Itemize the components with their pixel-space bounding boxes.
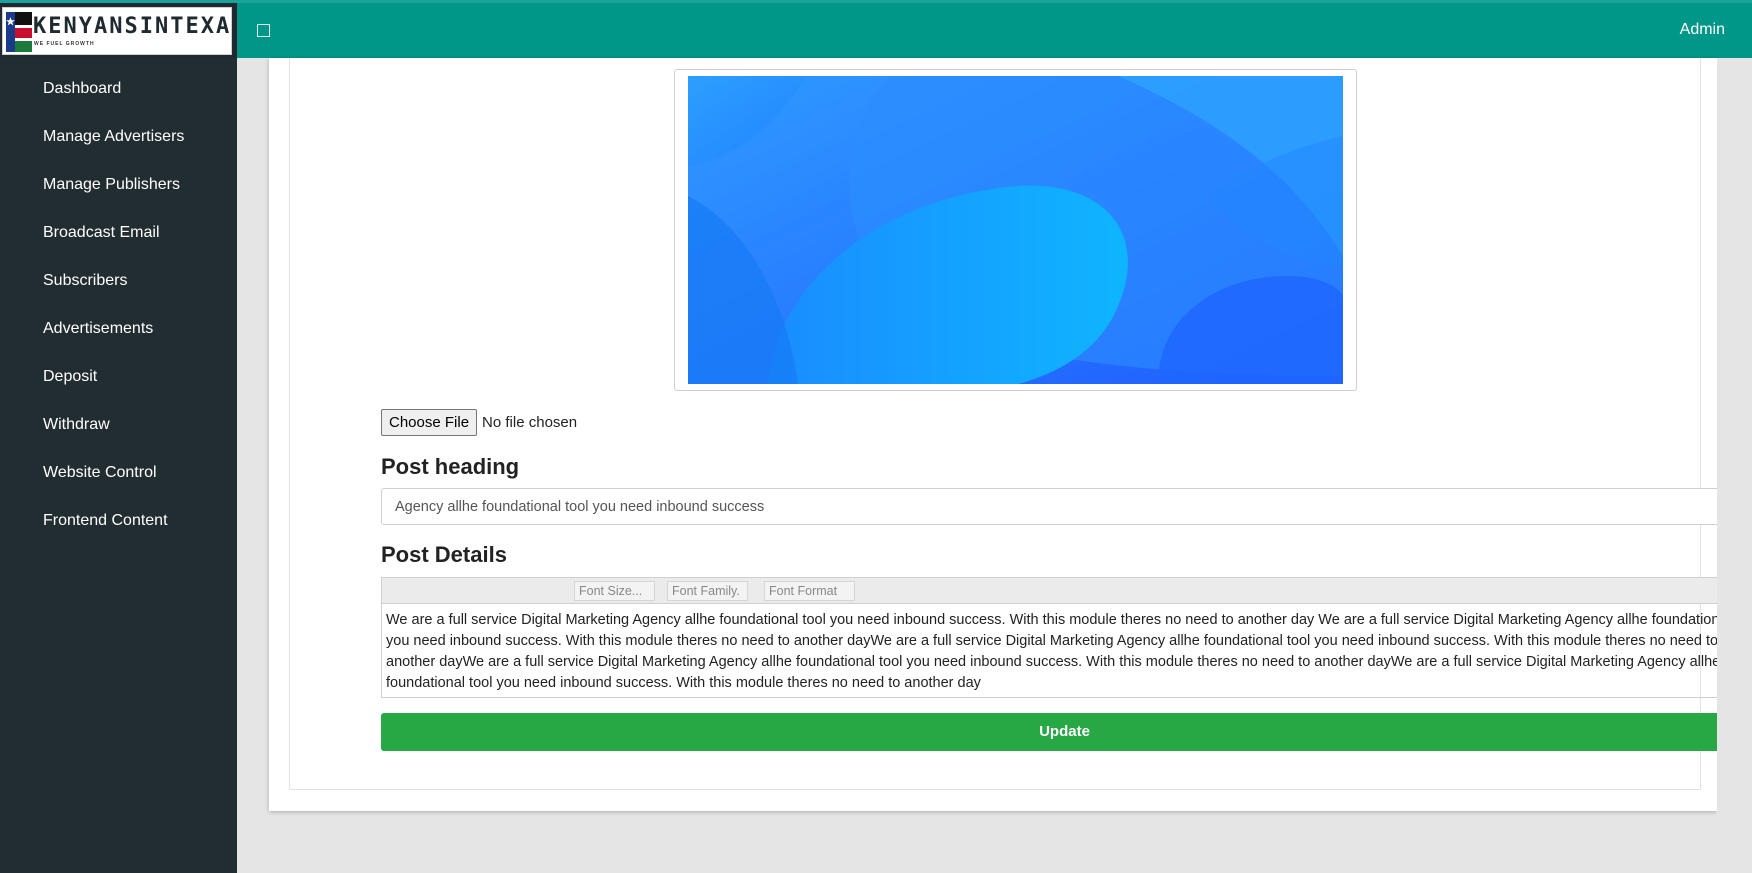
sidebar-item-website-control[interactable]: Website Control — [0, 461, 237, 509]
sidebar-item-manage-publishers[interactable]: Manage Publishers — [0, 173, 237, 221]
blue-abstract-image — [688, 76, 1343, 384]
post-heading-input[interactable] — [381, 488, 1748, 525]
file-status-text: No file chosen — [482, 414, 578, 431]
brand-logo[interactable]: KENYANSINTEXAS WE FUEL GROWTH — [2, 7, 232, 55]
sidebar-item-dashboard[interactable]: Dashboard — [0, 77, 237, 125]
brand-tagline: WE FUEL GROWTH — [34, 41, 95, 47]
brand-name: KENYANSINTEXAS — [33, 14, 232, 39]
post-details-textarea[interactable]: We are a full service Digital Marketing … — [382, 604, 1752, 698]
font-format-select[interactable]: Font Format — [764, 581, 855, 601]
sidebar-item-manage-advertisers[interactable]: Manage Advertisers — [0, 125, 237, 173]
choose-file-button[interactable]: Choose File — [381, 409, 478, 436]
post-heading-label: Post heading — [381, 454, 520, 479]
top-navbar: Admin — [237, 3, 1752, 58]
sidebar-item-withdraw[interactable]: Withdraw — [0, 413, 237, 461]
editor-toolbar: Font Size... Font Family. Font Format — [382, 578, 1752, 604]
sidebar-item-deposit[interactable]: Deposit — [0, 365, 237, 413]
menu-toggle-icon[interactable] — [257, 24, 270, 37]
file-upload: Choose File No file chosen — [381, 409, 577, 437]
post-details-label: Post Details — [381, 542, 507, 567]
sidebar-item-subscribers[interactable]: Subscribers — [0, 269, 237, 317]
content-card: Choose FileNo file chosen Post heading P… — [269, 58, 1752, 811]
sidebar-nav: Dashboard Manage Advertisers Manage Publ… — [0, 77, 237, 557]
kenya-texas-flag-icon — [6, 12, 32, 52]
post-form: Choose FileNo file chosen Post heading P… — [289, 58, 1752, 790]
sidebar: Dashboard Manage Advertisers Manage Publ… — [0, 58, 237, 873]
sidebar-item-advertisements[interactable]: Advertisements — [0, 317, 237, 365]
admin-user-menu[interactable]: Admin — [1680, 21, 1725, 39]
rich-text-editor: Font Size... Font Family. Font Format We… — [381, 577, 1752, 698]
update-button[interactable]: Update — [381, 713, 1748, 751]
image-preview — [674, 69, 1357, 391]
scroll-gutter — [1717, 58, 1752, 873]
sidebar-item-broadcast-email[interactable]: Broadcast Email — [0, 221, 237, 269]
sidebar-item-frontend-content[interactable]: Frontend Content — [0, 509, 237, 557]
font-size-select[interactable]: Font Size... — [574, 581, 655, 601]
logo-area[interactable]: KENYANSINTEXAS WE FUEL GROWTH — [0, 3, 237, 58]
font-family-select[interactable]: Font Family. — [667, 581, 748, 601]
